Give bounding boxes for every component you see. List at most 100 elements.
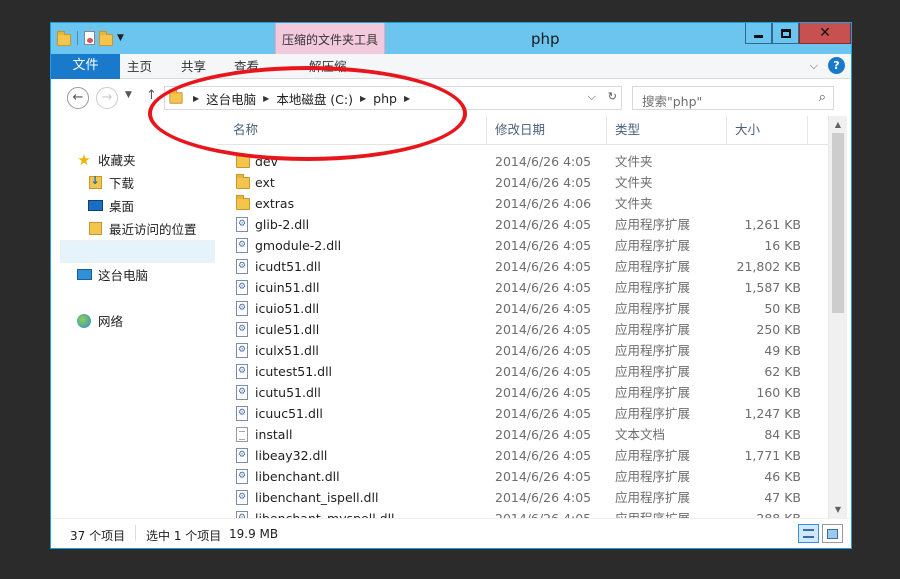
tab-file[interactable]: 文件 <box>51 54 120 79</box>
refresh-icon[interactable]: ↻ <box>608 90 617 104</box>
table-row[interactable]: dev 2014/6/26 4:05 文件夹 <box>217 151 828 172</box>
navigation-bar: ← → ▼ ↑ ▶ 这台电脑 ▶ 本地磁盘 (C:) ▶ php ▶ ⌵ ↻ 搜… <box>51 80 851 116</box>
navigation-pane: ★ 收藏夹 下载 桌面 最近访问的位置 这台电脑 网络 <box>51 116 216 518</box>
breadcrumb-arrow-icon[interactable]: ▶ <box>404 94 410 103</box>
table-row[interactable]: icuuc51.dll 2014/6/26 4:05 应用程序扩展 1,247 KB <box>217 403 828 424</box>
computer-icon <box>76 267 92 283</box>
table-row[interactable]: libenchant_myspell.dll 2014/6/26 4:05 应用程序… <box>217 508 828 518</box>
file-date-modified: 2014/6/26 4:05 <box>495 385 592 400</box>
search-placeholder: 搜索"php" <box>642 94 703 109</box>
title-bar[interactable]: ▼ 压缩的文件夹工具 php ✕ <box>51 23 851 68</box>
table-row[interactable]: icutest51.dll 2014/6/26 4:05 应用程序扩展 62 KB <box>217 361 828 382</box>
nav-this-pc[interactable]: 这台电脑 <box>76 265 148 284</box>
file-name: extras <box>255 196 295 211</box>
dll-file-icon <box>236 511 248 518</box>
file-date-modified: 2014/6/26 4:05 <box>495 343 592 358</box>
address-bar[interactable]: ▶ 这台电脑 ▶ 本地磁盘 (C:) ▶ php ▶ ⌵ ↻ <box>164 86 622 110</box>
file-size: 50 KB <box>764 301 801 316</box>
address-history-dropdown-icon[interactable]: ⌵ <box>587 90 595 104</box>
nav-downloads-label: 下载 <box>109 176 135 191</box>
file-size: 1,587 KB <box>744 280 801 295</box>
breadcrumb-this-pc[interactable]: 这台电脑 <box>206 89 256 108</box>
file-size: 47 KB <box>764 490 801 505</box>
file-type: 应用程序扩展 <box>615 508 690 518</box>
properties-icon[interactable] <box>84 31 95 45</box>
file-name: dev <box>255 154 279 169</box>
dll-file-icon <box>236 343 248 358</box>
column-date-modified[interactable]: 修改日期 <box>487 116 607 145</box>
table-row[interactable]: icule51.dll 2014/6/26 4:05 应用程序扩展 250 KB <box>217 319 828 340</box>
file-date-modified: 2014/6/26 4:05 <box>495 448 592 463</box>
breadcrumb-local-disk[interactable]: 本地磁盘 (C:) <box>276 89 353 108</box>
back-button[interactable]: ← <box>67 87 89 109</box>
help-icon[interactable]: ? <box>828 57 845 74</box>
nav-downloads[interactable]: 下载 <box>87 173 134 192</box>
ribbon-right-controls: ⌵ ? <box>810 57 845 74</box>
breadcrumb-php[interactable]: php <box>373 91 397 106</box>
file-size: 1,247 KB <box>744 406 801 421</box>
toolbar-separator <box>77 31 78 45</box>
status-separator <box>135 525 136 541</box>
status-bar: 37 个项目 选中 1 个项目 19.9 MB <box>51 518 851 548</box>
breadcrumb-arrow-icon[interactable]: ▶ <box>263 94 269 103</box>
close-button[interactable]: ✕ <box>799 23 851 44</box>
file-date-modified: 2014/6/26 4:05 <box>495 217 592 232</box>
table-row[interactable]: glib-2.dll 2014/6/26 4:05 应用程序扩展 1,261 KB <box>217 214 828 235</box>
table-row[interactable]: gmodule-2.dll 2014/6/26 4:05 应用程序扩展 16 KB <box>217 235 828 256</box>
dll-file-icon <box>236 238 248 253</box>
table-row[interactable]: libeay32.dll 2014/6/26 4:05 应用程序扩展 1,771 KB <box>217 445 828 466</box>
table-row[interactable]: icudt51.dll 2014/6/26 4:05 应用程序扩展 21,802 KB <box>217 256 828 277</box>
vertical-scrollbar[interactable]: ▲ ▼ <box>828 116 847 518</box>
nav-favorites[interactable]: ★ 收藏夹 <box>76 150 135 169</box>
file-name: icuio51.dll <box>255 301 320 316</box>
column-name[interactable]: 名称 <box>225 116 487 145</box>
table-row[interactable]: iculx51.dll 2014/6/26 4:05 应用程序扩展 49 KB <box>217 340 828 361</box>
nav-network-label: 网络 <box>98 314 124 329</box>
search-icon[interactable]: ⌕ <box>819 90 826 105</box>
tab-home[interactable]: 主页 <box>127 54 152 79</box>
minimize-button[interactable] <box>745 23 772 44</box>
search-box[interactable]: 搜索"php" ⌕ <box>632 86 834 110</box>
table-row[interactable]: icuio51.dll 2014/6/26 4:05 应用程序扩展 50 KB <box>217 298 828 319</box>
expand-ribbon-chevron-icon[interactable]: ⌵ <box>810 59 818 73</box>
table-row[interactable]: extras 2014/6/26 4:06 文件夹 <box>217 193 828 214</box>
table-row[interactable]: install 2014/6/26 4:05 文本文档 84 KB <box>217 424 828 445</box>
table-row[interactable]: icutu51.dll 2014/6/26 4:05 应用程序扩展 160 KB <box>217 382 828 403</box>
details-view-button[interactable] <box>798 524 819 543</box>
customize-toolbar-dropdown-icon[interactable]: ▼ <box>117 33 124 43</box>
table-row[interactable]: icuin51.dll 2014/6/26 4:05 应用程序扩展 1,587 KB <box>217 277 828 298</box>
recent-locations-dropdown-icon[interactable]: ▼ <box>125 90 132 100</box>
file-date-modified: 2014/6/26 4:05 <box>495 364 592 379</box>
folder-icon[interactable] <box>57 30 71 46</box>
column-type[interactable]: 类型 <box>607 116 727 145</box>
table-row[interactable]: libenchant_ispell.dll 2014/6/26 4:05 应用程序扩… <box>217 487 828 508</box>
file-size: 16 KB <box>764 238 801 253</box>
forward-button[interactable]: → <box>96 87 118 109</box>
maximize-button[interactable] <box>772 23 799 44</box>
up-arrow-icon[interactable]: ↑ <box>146 88 157 103</box>
breadcrumb-arrow-icon[interactable]: ▶ <box>193 94 199 103</box>
column-size[interactable]: 大小 <box>727 116 808 145</box>
nav-network[interactable]: 网络 <box>76 311 123 330</box>
file-size: 1,771 KB <box>744 448 801 463</box>
recent-places-icon <box>87 221 103 237</box>
file-type: 文本文档 <box>615 427 666 442</box>
nav-recent-places[interactable]: 最近访问的位置 <box>87 219 197 238</box>
large-icons-view-button[interactable] <box>822 524 843 543</box>
scroll-down-arrow-icon[interactable]: ▼ <box>829 501 847 518</box>
file-size: 250 KB <box>756 322 801 337</box>
tab-share[interactable]: 共享 <box>181 54 206 79</box>
tab-extract[interactable]: 解压缩 <box>309 54 347 79</box>
nav-recent-label: 最近访问的位置 <box>109 222 197 237</box>
new-folder-icon[interactable] <box>99 30 113 46</box>
table-row[interactable]: libenchant.dll 2014/6/26 4:05 应用程序扩展 46 KB <box>217 466 828 487</box>
scrollbar-thumb[interactable] <box>832 133 844 313</box>
table-row[interactable]: ext 2014/6/26 4:05 文件夹 <box>217 172 828 193</box>
breadcrumb-arrow-icon[interactable]: ▶ <box>360 94 366 103</box>
file-type: 应用程序扩展 <box>615 259 691 274</box>
tab-view[interactable]: 查看 <box>234 54 259 79</box>
scroll-up-arrow-icon[interactable]: ▲ <box>829 116 847 133</box>
file-type: 文件夹 <box>615 175 653 190</box>
file-type: 应用程序扩展 <box>615 301 691 316</box>
nav-desktop[interactable]: 桌面 <box>87 196 134 215</box>
